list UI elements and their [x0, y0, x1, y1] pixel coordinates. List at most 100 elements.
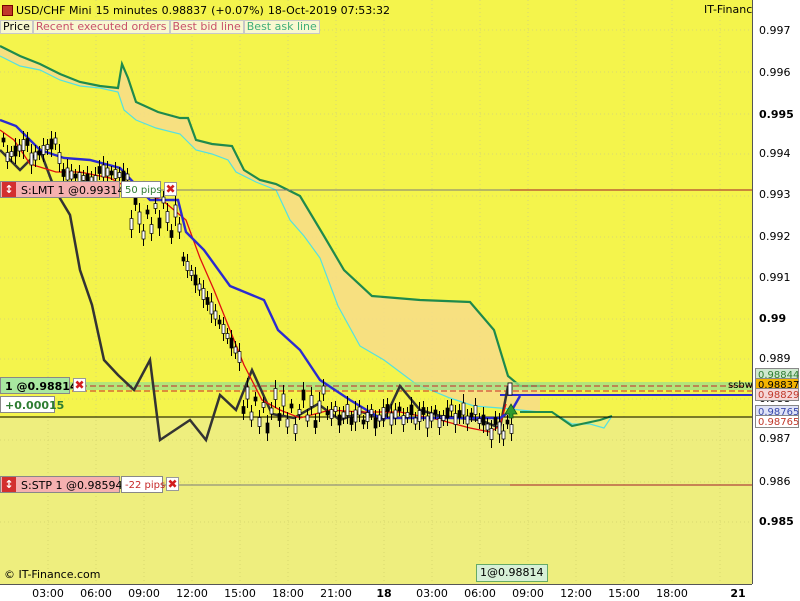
price-marker-box: 0.98829	[755, 388, 799, 401]
price-candle	[473, 405, 478, 415]
price-candle	[341, 411, 346, 419]
position-tag[interactable]: 1 @0.98814 ✖	[0, 377, 100, 394]
time-axis-label: 18:00	[656, 587, 688, 600]
price-candle	[125, 173, 130, 181]
price-candle	[229, 337, 234, 349]
stop-order-tag[interactable]: ↕ S:STP 1 @0.98594 -22 pips ✖	[0, 476, 185, 493]
price-candle	[265, 422, 270, 434]
price-candle	[37, 150, 42, 156]
chart-plot-area[interactable]	[0, 0, 752, 584]
position-pnl: +0.00015	[0, 396, 64, 413]
price-candle	[225, 333, 230, 339]
time-axis-label: 18	[376, 587, 392, 600]
price-candle	[441, 415, 446, 421]
legend-item-best-ask[interactable]: Best ask line	[243, 20, 320, 34]
price-candle	[157, 217, 162, 229]
price-candle	[237, 351, 242, 363]
time-axis-label: 21:00	[320, 587, 352, 600]
time-axis-label: 06:00	[464, 587, 496, 600]
price-candle	[149, 224, 154, 234]
price-candle	[329, 409, 334, 419]
price-candle	[289, 403, 294, 409]
price-candle	[449, 404, 454, 412]
price-candle	[417, 410, 422, 422]
price-candle	[53, 137, 58, 145]
price-candle	[445, 407, 450, 419]
price-candle	[97, 166, 102, 174]
price-candle	[213, 310, 218, 320]
stop-order-label: S:STP 1 @0.98594	[21, 479, 123, 492]
close-position-button[interactable]: ✖	[73, 378, 86, 392]
price-candle	[377, 414, 382, 422]
stop-pips-box: -22 pips	[121, 476, 166, 493]
price-candle	[437, 418, 442, 428]
price-candle	[245, 386, 250, 400]
price-candle	[489, 428, 494, 440]
price-candle	[121, 170, 126, 182]
price-axis[interactable]: 0.997 0.996 0.995 0.994 0.993 0.992 0.991 0.99 0…	[752, 0, 800, 584]
price-candle	[69, 170, 74, 180]
time-axis-label: 09:00	[512, 587, 544, 600]
price-candle	[269, 407, 274, 415]
limit-order-box[interactable]: ↕ S:LMT 1 @0.99314	[0, 181, 125, 198]
price-candle	[357, 406, 362, 416]
time-axis-label: 03:00	[32, 587, 64, 600]
price-candle	[353, 409, 358, 423]
time-axis-label: 15:00	[224, 587, 256, 600]
price-candle	[73, 173, 78, 179]
legend-item-recent-orders[interactable]: Recent executed orders	[32, 20, 170, 34]
price-axis-label: 0.997	[759, 24, 791, 37]
price-candle	[381, 407, 386, 419]
drag-handle-icon[interactable]: ↕	[2, 477, 16, 492]
price-axis-label: 0.985	[759, 515, 794, 528]
price-candle	[477, 418, 482, 424]
chart-menu-icon[interactable]	[2, 4, 13, 16]
price-candle	[141, 230, 146, 240]
price-candle	[9, 151, 14, 157]
price-candle	[257, 417, 262, 427]
price-chart[interactable]	[0, 0, 752, 584]
legend-item-price[interactable]: Price	[0, 20, 33, 34]
price-candle	[241, 406, 246, 414]
time-axis-label: 18:00	[272, 587, 304, 600]
price-candle	[61, 169, 66, 177]
limit-order-label: S:LMT 1 @0.99314	[21, 184, 125, 197]
ichimoku-cloud	[0, 46, 540, 412]
price-candle	[185, 261, 190, 271]
price-candle	[253, 396, 258, 402]
price-axis-label: 0.991	[759, 271, 791, 284]
limit-order-tag[interactable]: ↕ S:LMT 1 @0.99314 50 pips ✖	[0, 181, 180, 198]
price-candle	[41, 145, 46, 155]
stop-pips: -22 pips	[125, 480, 166, 491]
time-axis[interactable]: 03:00 06:00 09:00 12:00 15:00 18:00 21:00 18 03:…	[0, 584, 752, 601]
price-axis-label: 0.986	[759, 475, 791, 488]
drag-handle-icon[interactable]: ↕	[2, 182, 16, 197]
quote-datetime: 18-Oct-2019 07:53:32	[267, 3, 390, 17]
price-candle	[301, 389, 306, 401]
indicator-side-label: ssbw	[728, 380, 753, 391]
time-axis-label: 12:00	[176, 587, 208, 600]
price-candle	[421, 407, 426, 415]
position-label: 1 @0.98814	[5, 380, 78, 393]
price-candle	[293, 424, 298, 434]
price-candle	[209, 301, 214, 315]
cancel-limit-order-button[interactable]: ✖	[164, 182, 177, 196]
price-candle	[17, 144, 22, 152]
price-axis-label: 0.989	[759, 352, 791, 365]
legend-item-best-bid[interactable]: Best bid line	[169, 20, 244, 34]
price-candle	[369, 409, 374, 415]
price-candle	[401, 415, 406, 425]
price-candle	[145, 209, 150, 215]
price-axis-label: 0.995	[759, 108, 794, 121]
position-box[interactable]: 1 @0.98814	[0, 377, 78, 394]
stop-order-box[interactable]: ↕ S:STP 1 @0.98594	[0, 476, 123, 493]
time-axis-label: 21	[730, 587, 746, 600]
price-candle	[297, 409, 302, 415]
price-candle	[469, 412, 474, 418]
price-candle	[493, 417, 498, 425]
price-candle	[193, 274, 198, 286]
price-candle	[205, 297, 210, 305]
cancel-stop-order-button[interactable]: ✖	[166, 477, 179, 491]
price-candle	[433, 409, 438, 415]
price-candle	[509, 424, 514, 434]
